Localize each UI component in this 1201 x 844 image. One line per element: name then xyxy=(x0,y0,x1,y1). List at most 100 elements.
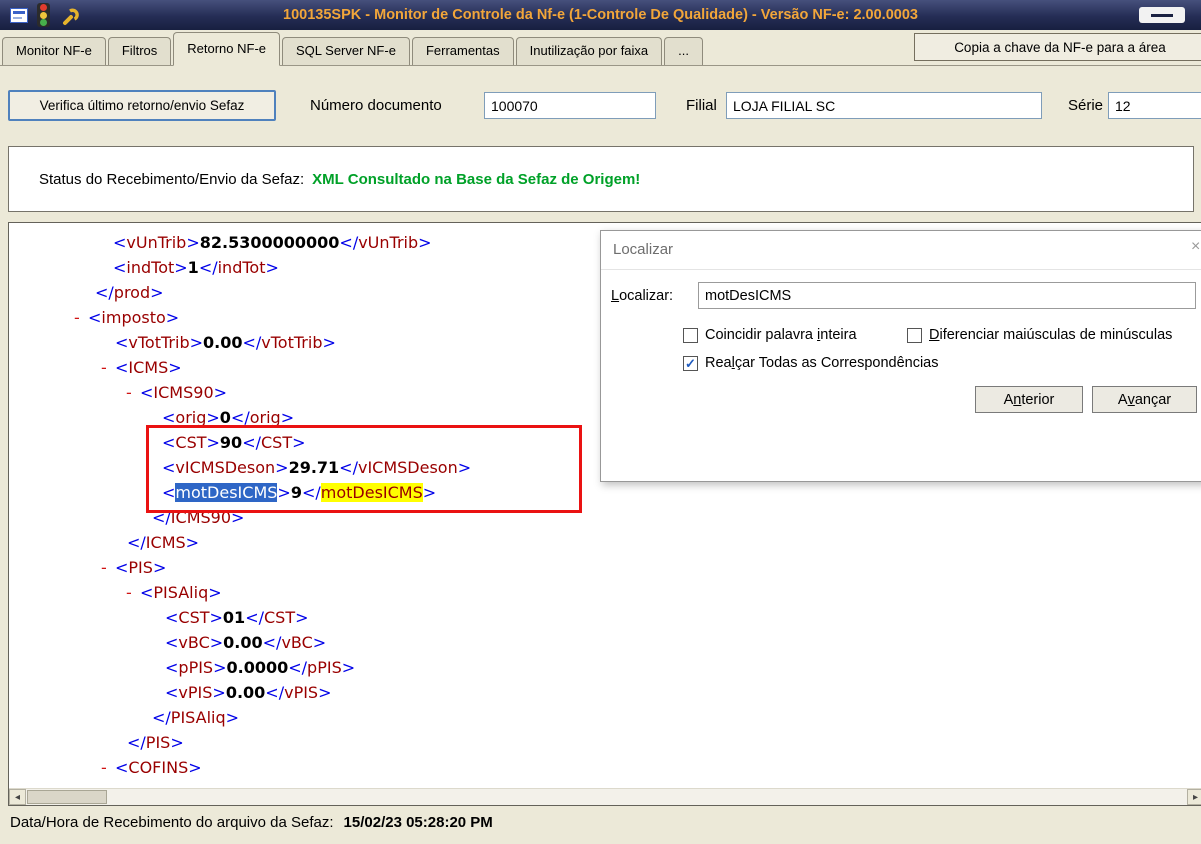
xml-line-vPIS[interactable]: <vPIS>0.00</vPIS> xyxy=(9,680,1201,705)
tab-ferramentas[interactable]: Ferramentas xyxy=(411,37,514,65)
xml-punct: </ xyxy=(152,708,171,727)
checkbox-icon[interactable] xyxy=(683,327,698,343)
xml-punct: < xyxy=(165,633,179,652)
xml-punct: < xyxy=(115,358,129,377)
xml-punct: < xyxy=(115,333,129,352)
xml-tag: vPIS xyxy=(284,683,319,702)
find-field-label: Localizar: xyxy=(611,288,674,304)
tab-more[interactable]: ... xyxy=(664,37,703,65)
collapse-marker-icon[interactable]: - xyxy=(101,355,107,380)
tab-inutilizacao-por-faixa[interactable]: Inutilização por faixa xyxy=(515,37,663,65)
xml-tag: CST xyxy=(263,608,296,627)
collapse-marker-icon[interactable]: - xyxy=(126,580,132,605)
checkbox-icon[interactable]: ✓ xyxy=(683,355,698,371)
xml-tag: vBC xyxy=(281,633,313,652)
xml-value: 82.5300000000 xyxy=(199,233,340,252)
tab-retorno-nf-e[interactable]: Retorno NF-e xyxy=(173,32,280,66)
close-icon[interactable]: × xyxy=(1191,238,1200,256)
xml-line-ICMS[interactable]: </ICMS> xyxy=(9,530,1201,555)
tab-monitor-nf-e[interactable]: Monitor NF-e xyxy=(2,37,106,65)
find-dialog-title: Localizar xyxy=(613,241,674,258)
xml-tag: CST xyxy=(178,608,210,627)
xml-tag: PIS xyxy=(145,733,171,752)
xml-tag: ICMS90 xyxy=(153,383,214,402)
xml-punct: > xyxy=(213,383,228,402)
xml-line-vBC[interactable]: <vBC>0.00</vBC> xyxy=(9,630,1201,655)
xml-tag: ICMS xyxy=(128,358,169,377)
xml-punct: < xyxy=(165,658,179,677)
xml-punct: </ xyxy=(127,533,146,552)
verify-last-return-button[interactable]: Verifica último retorno/envio Sefaz xyxy=(8,90,276,121)
annotation-rectangle xyxy=(146,425,582,513)
xml-punct: > xyxy=(208,583,222,602)
collapse-marker-icon[interactable]: - xyxy=(126,380,132,405)
collapse-marker-icon[interactable]: - xyxy=(101,755,107,780)
checkbox-label: Coincidir palavra inteira xyxy=(705,327,857,343)
scroll-right-button[interactable]: ▸ xyxy=(1187,789,1201,805)
find-dialog: Localizar × Localizar: Coincidir palavra… xyxy=(600,230,1201,482)
status-value: XML Consultado na Base da Sefaz de Orige… xyxy=(312,170,641,188)
xml-tag: indTot xyxy=(217,258,266,277)
xml-punct: > xyxy=(209,608,223,627)
match-whole-word-checkbox[interactable]: Coincidir palavra inteira xyxy=(683,327,857,343)
tab-sql-server-nf-e[interactable]: SQL Server NF-e xyxy=(282,37,410,65)
find-input[interactable] xyxy=(698,282,1196,309)
xml-punct: > xyxy=(186,233,200,252)
next-button[interactable]: Av ançar xyxy=(1092,386,1197,413)
branch-label: Filial xyxy=(686,97,717,114)
xml-punct: > xyxy=(150,283,164,302)
xml-line-CST[interactable]: <CST>01</CST> xyxy=(9,605,1201,630)
previous-button[interactable]: An terior xyxy=(975,386,1083,413)
minimize-button[interactable] xyxy=(1139,7,1185,23)
minimize-icon xyxy=(1151,13,1173,17)
collapse-marker-icon[interactable]: - xyxy=(74,305,80,330)
xml-punct: < xyxy=(165,683,179,702)
status-label: Status do Recebimento/Envio da Sefaz: xyxy=(39,170,305,188)
xml-line-pPIS[interactable]: <pPIS>0.0000</pPIS> xyxy=(9,655,1201,680)
match-case-checkbox[interactable]: Diferenciar maiúsculas de minúsculas xyxy=(907,327,1172,343)
xml-punct: > xyxy=(418,233,432,252)
xml-punct: </ xyxy=(245,608,264,627)
xml-punct: </ xyxy=(288,658,308,677)
collapse-marker-icon[interactable]: - xyxy=(101,555,107,580)
xml-punct: > xyxy=(209,633,224,652)
highlight-all-checkbox[interactable]: ✓ Realçar Todas as Correspondências xyxy=(683,355,939,371)
xml-punct: </ xyxy=(198,258,218,277)
xml-line-PISAliq[interactable]: - <PISAliq> xyxy=(9,580,1201,605)
scrollbar-thumb[interactable] xyxy=(27,790,107,804)
xml-punct: </ xyxy=(339,233,359,252)
checkbox-label: Diferenciar maiúsculas de minúsculas xyxy=(929,327,1173,343)
xml-punct: > xyxy=(318,683,332,702)
xml-punct: > xyxy=(265,258,279,277)
horizontal-scrollbar[interactable]: ◂ ▸ xyxy=(9,788,1201,805)
checkbox-icon[interactable] xyxy=(907,327,922,343)
checkbox-label: Realçar Todas as Correspondências xyxy=(705,355,939,371)
xml-tag: pPIS xyxy=(178,658,214,677)
xml-line-PISAliq[interactable]: </PISAliq> xyxy=(9,705,1201,730)
xml-punct: > xyxy=(152,558,167,577)
xml-tag: PIS xyxy=(128,558,153,577)
tab-filtros[interactable]: Filtros xyxy=(107,37,172,65)
titlebar: 100135SPK - Monitor de Controle da Nf-e … xyxy=(0,0,1201,30)
xml-punct: > xyxy=(212,683,226,702)
xml-punct: </ xyxy=(262,633,282,652)
xml-line-PIS[interactable]: - <PIS> xyxy=(9,555,1201,580)
footer-status: Data/Hora de Recebimento do arquivo da S… xyxy=(10,814,493,831)
document-number-input[interactable] xyxy=(484,92,656,119)
xml-line-PIS[interactable]: </PIS> xyxy=(9,730,1201,755)
xml-value: 01 xyxy=(222,608,246,627)
xml-punct: < xyxy=(115,758,129,777)
xml-tag: prod xyxy=(113,283,151,302)
copy-nfe-key-button[interactable]: Copia a chave da NF-e para a área xyxy=(914,33,1201,61)
series-input[interactable] xyxy=(1108,92,1201,119)
branch-input[interactable] xyxy=(726,92,1042,119)
scroll-left-button[interactable]: ◂ xyxy=(9,789,26,805)
xml-punct: > xyxy=(213,658,227,677)
xml-punct: < xyxy=(140,583,154,602)
xml-tag: PISAliq xyxy=(153,583,209,602)
xml-punct: > xyxy=(185,533,200,552)
xml-line-COFINS[interactable]: - <COFINS> xyxy=(9,755,1201,780)
xml-punct: < xyxy=(88,308,102,327)
xml-tag: vTotTrib xyxy=(128,333,190,352)
xml-punct: > xyxy=(295,608,309,627)
